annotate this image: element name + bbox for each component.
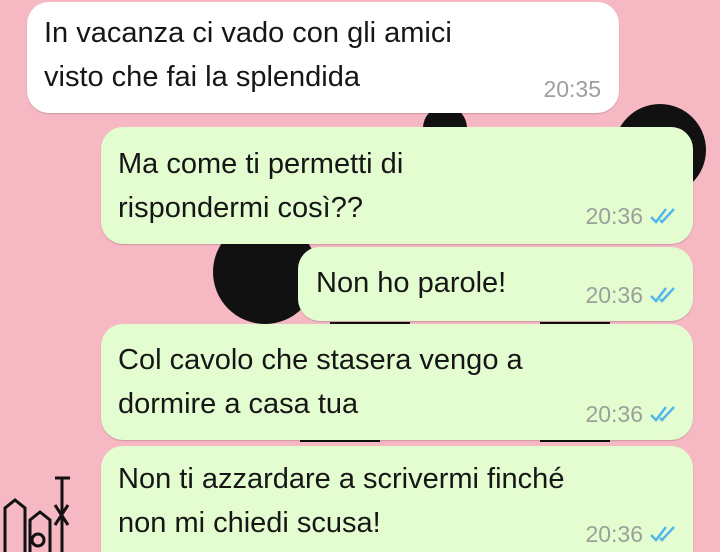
- message-time: 20:36: [585, 282, 643, 308]
- message-time: 20:35: [543, 76, 601, 102]
- message-bubble-outgoing[interactable]: Col cavolo che stasera vengo a dormire a…: [101, 324, 693, 440]
- message-time: 20:36: [585, 203, 643, 229]
- message-text: Ma come ti permetti di rispondermi così?…: [118, 148, 404, 224]
- message-meta: 20:36: [585, 204, 679, 228]
- message-meta: 20:36: [585, 283, 679, 307]
- message-text: In vacanza ci vado con gli amici visto c…: [44, 17, 452, 93]
- message-text: Non ti azzardare a scrivermi finché non …: [118, 463, 565, 539]
- message-meta: 20:36: [585, 402, 679, 426]
- message-text: Non ho parole!: [316, 267, 507, 299]
- message-time: 20:36: [585, 401, 643, 427]
- read-double-check-icon: [650, 208, 675, 224]
- message-meta: 20:36: [585, 522, 679, 546]
- message-bubble-outgoing[interactable]: Non ho parole! 20:36: [298, 247, 693, 321]
- read-double-check-icon: [650, 406, 675, 422]
- castle-doodle: [3, 476, 70, 552]
- read-double-check-icon: [650, 526, 675, 542]
- message-bubble-outgoing[interactable]: Non ti azzardare a scrivermi finché non …: [101, 446, 693, 552]
- message-time: 20:36: [585, 521, 643, 547]
- message-text: Col cavolo che stasera vengo a dormire a…: [118, 344, 523, 420]
- message-bubble-outgoing[interactable]: Ma come ti permetti di rispondermi così?…: [101, 127, 693, 244]
- message-bubble-incoming[interactable]: In vacanza ci vado con gli amici visto c…: [27, 2, 619, 113]
- message-meta: 20:35: [543, 77, 601, 101]
- read-double-check-icon: [650, 287, 675, 303]
